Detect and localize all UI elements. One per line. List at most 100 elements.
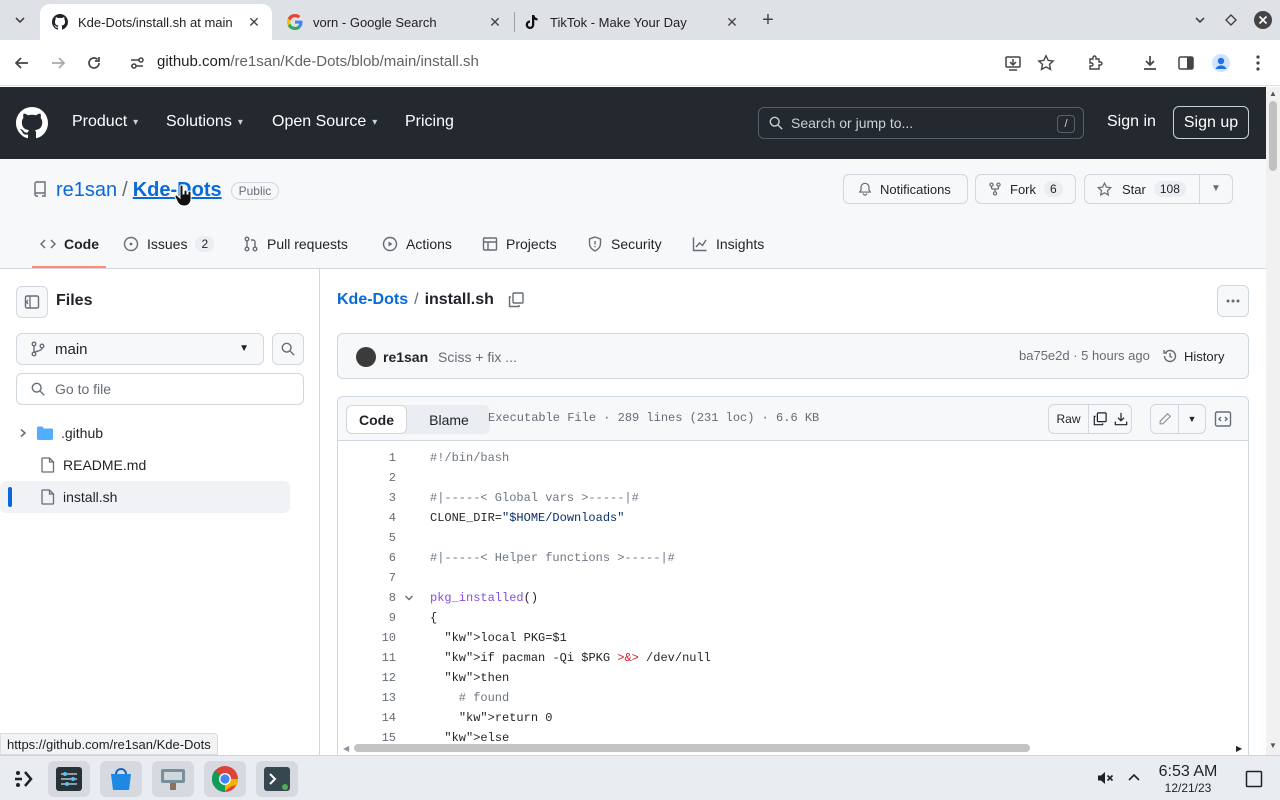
line-number[interactable]: 8 bbox=[338, 591, 396, 605]
tree-item-file[interactable]: README.md bbox=[0, 449, 290, 481]
disk-utility-icon[interactable] bbox=[152, 761, 194, 797]
reload-icon[interactable] bbox=[84, 53, 104, 73]
collapse-sidebar-icon[interactable] bbox=[16, 286, 48, 318]
fold-chevron-icon[interactable] bbox=[404, 593, 414, 603]
line-number[interactable]: 4 bbox=[338, 511, 396, 525]
scroll-left-icon[interactable]: ◀ bbox=[343, 744, 349, 753]
close-tab-icon[interactable]: ✕ bbox=[246, 14, 262, 30]
new-tab-icon[interactable]: + bbox=[758, 9, 778, 31]
download-icon[interactable] bbox=[1111, 405, 1132, 433]
commit-message[interactable]: Sciss + fix ... bbox=[438, 349, 517, 365]
nav-solutions[interactable]: Solutions ▾ bbox=[166, 113, 243, 131]
browser-tab-tiktok[interactable]: TikTok - Make Your Day ✕ bbox=[512, 4, 750, 40]
search-input[interactable]: Search or jump to... / bbox=[758, 107, 1084, 139]
line-number[interactable]: 3 bbox=[338, 491, 396, 505]
terminal-icon[interactable] bbox=[256, 761, 298, 797]
close-window-icon[interactable] bbox=[1252, 9, 1274, 31]
install-app-icon[interactable] bbox=[1003, 53, 1023, 73]
code-text: # found bbox=[430, 691, 510, 705]
tab-security[interactable]: Security bbox=[587, 236, 662, 252]
profile-avatar-icon[interactable] bbox=[1211, 53, 1231, 73]
downloads-icon[interactable] bbox=[1140, 53, 1160, 73]
store-icon[interactable] bbox=[100, 761, 142, 797]
star-dropdown-caret-icon[interactable]: ▼ bbox=[1211, 183, 1221, 194]
tab-code[interactable]: Code bbox=[40, 236, 99, 252]
browser-tab-github[interactable]: Kde-Dots/install.sh at main ✕ bbox=[40, 4, 272, 40]
pencil-icon[interactable] bbox=[1151, 405, 1179, 433]
code-view-tab[interactable]: Code bbox=[346, 405, 407, 434]
tab-actions[interactable]: Actions bbox=[382, 236, 452, 252]
tab-search-icon[interactable] bbox=[10, 10, 30, 30]
tree-item-folder[interactable]: .github bbox=[0, 417, 290, 449]
nav-product[interactable]: Product ▾ bbox=[72, 113, 138, 131]
raw-button[interactable]: Raw bbox=[1049, 405, 1090, 433]
edit-dropdown-caret-icon[interactable]: ▼ bbox=[1179, 405, 1205, 433]
commit-meta[interactable]: ba75e2d · 5 hours ago bbox=[1019, 348, 1150, 363]
breadcrumb-repo-link[interactable]: Kde-Dots bbox=[337, 291, 408, 309]
volume-muted-icon[interactable] bbox=[1096, 769, 1114, 787]
tab-projects[interactable]: Projects bbox=[482, 236, 557, 252]
line-number[interactable]: 7 bbox=[338, 571, 396, 585]
copy-path-icon[interactable] bbox=[508, 292, 524, 308]
line-number[interactable]: 11 bbox=[338, 651, 396, 665]
nav-open-source[interactable]: Open Source ▾ bbox=[272, 113, 377, 131]
line-number[interactable]: 13 bbox=[338, 691, 396, 705]
line-number[interactable]: 12 bbox=[338, 671, 396, 685]
browser-tab-google[interactable]: vorn - Google Search ✕ bbox=[275, 4, 513, 40]
extensions-icon[interactable] bbox=[1086, 53, 1106, 73]
minimize-diamond-icon[interactable] bbox=[1221, 10, 1241, 30]
scrollbar-thumb[interactable] bbox=[1269, 101, 1277, 171]
go-to-file-input[interactable]: Go to file bbox=[16, 373, 304, 405]
github-logo-icon[interactable] bbox=[16, 107, 48, 139]
nav-pricing[interactable]: Pricing bbox=[405, 113, 454, 131]
sign-up-button[interactable]: Sign up bbox=[1173, 106, 1249, 139]
symbols-panel-icon[interactable] bbox=[1214, 410, 1232, 428]
line-number[interactable]: 5 bbox=[338, 531, 396, 545]
site-settings-icon[interactable] bbox=[127, 53, 147, 73]
copy-icon[interactable] bbox=[1089, 405, 1110, 433]
scrollbar-thumb[interactable] bbox=[354, 744, 1030, 752]
side-panel-icon[interactable] bbox=[1176, 53, 1196, 73]
repo-owner-link[interactable]: re1san bbox=[56, 179, 117, 202]
search-files-button[interactable] bbox=[272, 333, 304, 365]
clock[interactable]: 6:53 AM 12/21/23 bbox=[1148, 764, 1228, 796]
address-bar[interactable]: github.com/re1san/Kde-Dots/blob/main/ins… bbox=[157, 53, 479, 70]
page-scrollbar[interactable]: ▲ ▼ bbox=[1266, 87, 1280, 755]
scroll-up-icon[interactable]: ▲ bbox=[1269, 89, 1277, 98]
system-settings-icon[interactable] bbox=[48, 761, 90, 797]
blame-view-tab[interactable]: Blame bbox=[410, 405, 488, 434]
forward-icon[interactable] bbox=[48, 53, 68, 73]
tab-pull-requests[interactable]: Pull requests bbox=[243, 236, 348, 252]
chevron-up-icon[interactable] bbox=[1127, 771, 1141, 783]
line-number[interactable]: 2 bbox=[338, 471, 396, 485]
notifications-button[interactable]: Notifications bbox=[843, 174, 968, 204]
history-button[interactable]: History bbox=[1162, 348, 1224, 364]
more-options-icon[interactable] bbox=[1217, 285, 1249, 317]
notification-panel-icon[interactable] bbox=[1245, 770, 1263, 788]
launcher-icon[interactable] bbox=[2, 761, 44, 797]
back-icon[interactable] bbox=[12, 53, 32, 73]
line-number[interactable]: 1 bbox=[338, 451, 396, 465]
line-number[interactable]: 6 bbox=[338, 551, 396, 565]
commit-author[interactable]: re1san bbox=[383, 349, 428, 365]
line-number[interactable]: 14 bbox=[338, 711, 396, 725]
close-tab-icon[interactable]: ✕ bbox=[487, 14, 503, 30]
star-button[interactable]: Star 108 ▼ bbox=[1084, 174, 1233, 204]
close-tab-icon[interactable]: ✕ bbox=[724, 14, 740, 30]
browser-menu-icon[interactable] bbox=[1248, 53, 1268, 73]
chrome-icon[interactable] bbox=[204, 761, 246, 797]
tree-item-file-selected[interactable]: install.sh bbox=[0, 481, 290, 513]
scroll-down-icon[interactable]: ▼ bbox=[1269, 741, 1277, 750]
sign-in-link[interactable]: Sign in bbox=[1107, 113, 1156, 131]
tab-insights[interactable]: Insights bbox=[692, 236, 764, 252]
horizontal-scrollbar[interactable]: ◀ ▶ bbox=[338, 741, 1248, 755]
chevron-down-icon[interactable] bbox=[1190, 10, 1210, 30]
bookmark-star-icon[interactable] bbox=[1036, 53, 1056, 73]
line-number[interactable]: 10 bbox=[338, 631, 396, 645]
scroll-right-icon[interactable]: ▶ bbox=[1236, 744, 1242, 753]
line-number[interactable]: 9 bbox=[338, 611, 396, 625]
fork-button[interactable]: Fork 6 bbox=[975, 174, 1076, 204]
branch-selector[interactable]: main ▼ bbox=[16, 333, 264, 365]
avatar[interactable] bbox=[356, 347, 376, 367]
tab-issues[interactable]: Issues 2 bbox=[123, 236, 215, 252]
